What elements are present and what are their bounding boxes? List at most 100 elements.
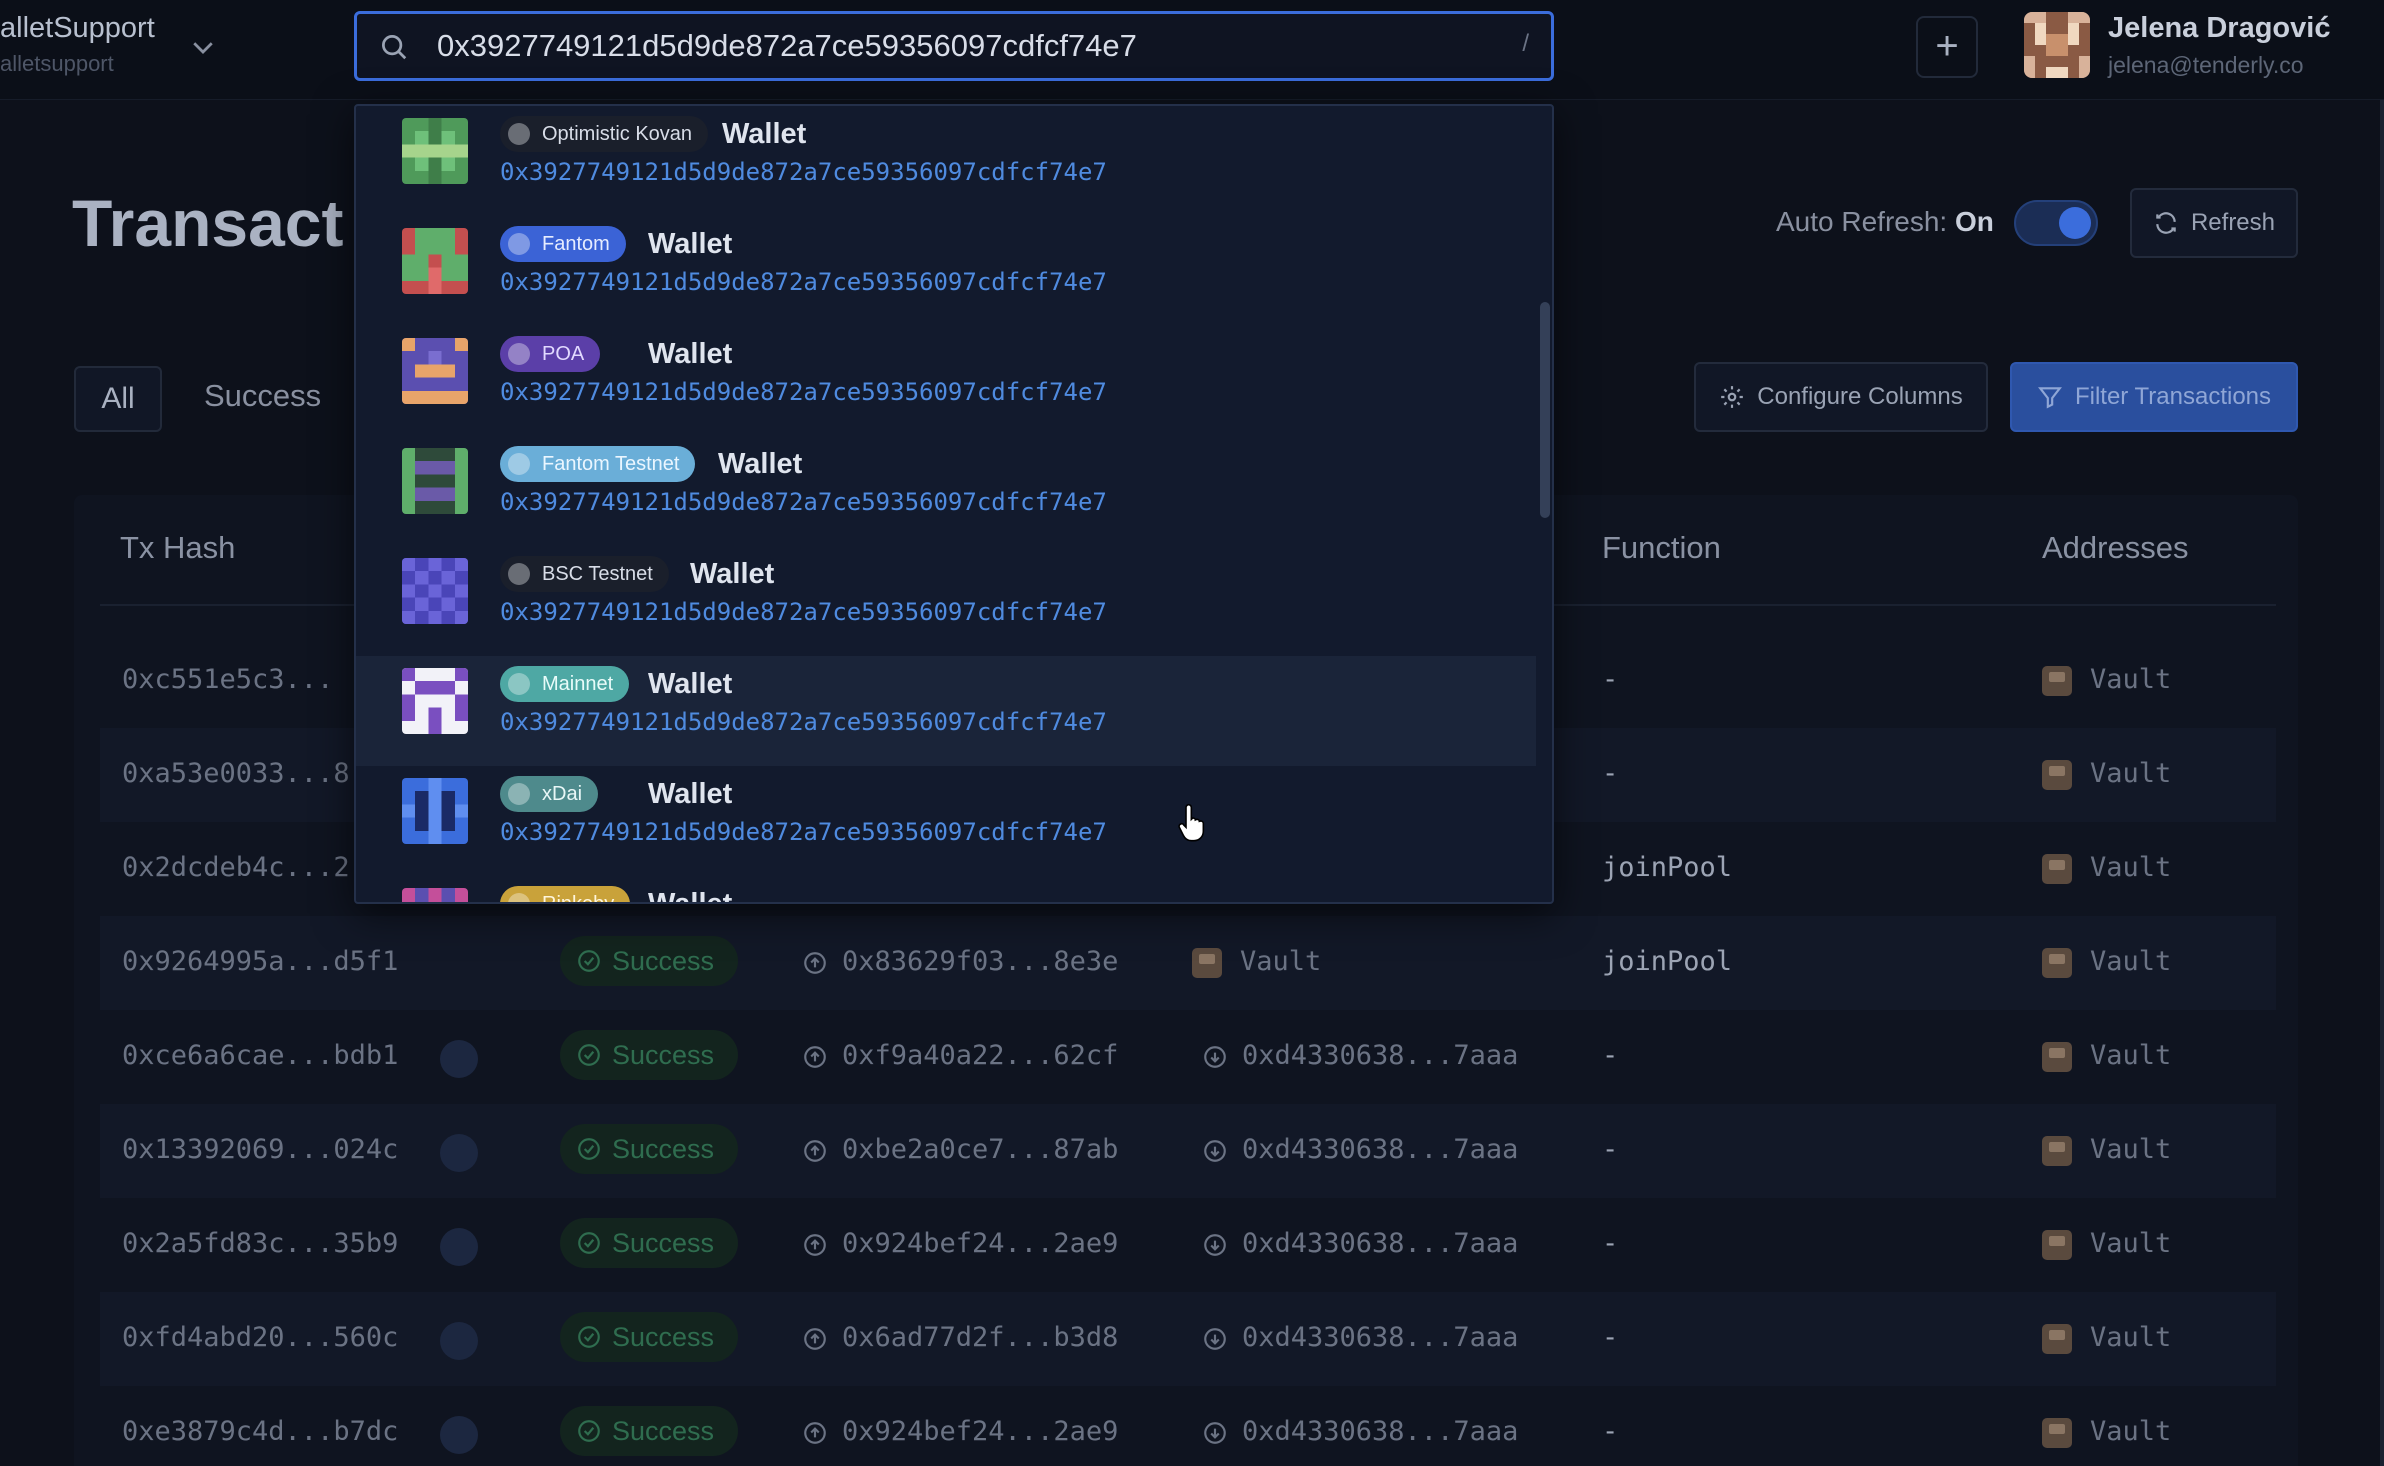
vault-icon xyxy=(2042,1417,2072,1448)
column-header-function[interactable]: Function xyxy=(1602,530,1721,566)
refresh-label: Refresh xyxy=(2190,209,2276,236)
refresh-button[interactable]: Refresh xyxy=(2130,188,2298,258)
to-address[interactable]: 0xd4330638...7aaa xyxy=(1202,1040,1518,1071)
from-address[interactable]: 0x924bef24...2ae9 xyxy=(802,1416,1118,1447)
status-label: Success xyxy=(612,1039,715,1070)
table-row[interactable]: 0x13392069...024c Success 0xbe2a0ce7...8… xyxy=(100,1104,2276,1198)
address-cell[interactable]: Vault xyxy=(2042,852,2171,884)
identicon xyxy=(402,668,468,734)
search-bar[interactable]: / xyxy=(354,11,1554,81)
to-address[interactable]: Vault xyxy=(1192,946,1321,978)
search-result-item[interactable]: Optimistic Kovan Wallet 0x3927749121d5d9… xyxy=(356,106,1536,216)
search-result-item[interactable]: Mainnet Wallet 0x3927749121d5d9de872a7ce… xyxy=(356,656,1536,766)
external-link-icon[interactable] xyxy=(440,1228,478,1266)
configure-columns-label: Configure Columns xyxy=(1757,383,1963,410)
result-label: Wallet xyxy=(722,118,807,150)
search-shortcut-hint: / xyxy=(1522,30,1529,57)
from-address[interactable]: 0xf9a40a22...62cf xyxy=(802,1040,1118,1071)
to-address[interactable]: 0xd4330638...7aaa xyxy=(1202,1228,1518,1259)
address-cell[interactable]: Vault xyxy=(2042,1228,2171,1260)
address-label: Vault xyxy=(2090,852,2172,883)
dropdown-scrollbar[interactable] xyxy=(1540,302,1550,518)
function-name: - xyxy=(1602,664,1619,695)
from-address[interactable]: 0xbe2a0ce7...87ab xyxy=(802,1134,1118,1165)
status-badge: Success xyxy=(560,936,738,986)
tab-success[interactable]: Success xyxy=(204,378,321,414)
address-cell[interactable]: Vault xyxy=(2042,1040,2171,1072)
address-cell[interactable]: Vault xyxy=(2042,664,2171,696)
column-header-tx-hash[interactable]: Tx Hash xyxy=(120,530,235,566)
external-link-icon[interactable] xyxy=(440,1322,478,1360)
table-row[interactable]: 0x9264995a...d5f1 Success 0x83629f03...8… xyxy=(100,916,2276,1010)
external-link-icon[interactable] xyxy=(440,1040,478,1078)
network-pill: Mainnet xyxy=(500,666,630,702)
status-label: Success xyxy=(612,1227,715,1258)
tx-hash[interactable]: 0xfd4abd20...560c xyxy=(122,1322,398,1353)
to-address-label: 0xd4330638...7aaa xyxy=(1242,1040,1519,1071)
tx-hash[interactable]: 0x9264995a...d5f1 xyxy=(122,946,398,977)
search-result-item[interactable]: Fantom Testnet Wallet 0x3927749121d5d9de… xyxy=(356,436,1536,546)
from-address[interactable]: 0x924bef24...2ae9 xyxy=(802,1228,1118,1259)
address-cell[interactable]: Vault xyxy=(2042,1322,2171,1354)
tx-hash[interactable]: 0x2dcdeb4c...2 xyxy=(122,852,350,883)
search-result-item[interactable]: POA Wallet 0x3927749121d5d9de872a7ce5935… xyxy=(356,326,1536,436)
from-address[interactable]: 0x83629f03...8e3e xyxy=(802,946,1118,977)
to-address[interactable]: 0xd4330638...7aaa xyxy=(1202,1416,1518,1447)
tx-hash[interactable]: 0xa53e0033...8 xyxy=(122,758,350,789)
address-cell[interactable]: Vault xyxy=(2042,758,2171,790)
status-badge: Success xyxy=(560,1218,738,1268)
chevron-down-icon[interactable] xyxy=(188,32,218,62)
tab-all[interactable]: All xyxy=(74,366,162,432)
result-label: Wallet xyxy=(648,888,733,904)
add-button[interactable]: + xyxy=(1916,16,1978,78)
table-row[interactable]: 0xe3879c4d...b7dc Success 0x924bef24...2… xyxy=(100,1386,2276,1466)
address-cell[interactable]: Vault xyxy=(2042,1134,2171,1166)
identicon xyxy=(402,338,468,404)
network-pill: Optimistic Kovan xyxy=(500,116,709,152)
result-address: 0x3927749121d5d9de872a7ce59356097cdfcf74… xyxy=(500,818,1107,846)
table-row[interactable]: 0x2a5fd83c...35b9 Success 0x924bef24...2… xyxy=(100,1198,2276,1292)
arrow-up-circle-icon xyxy=(804,1421,826,1444)
vault-icon xyxy=(2042,1323,2072,1354)
tx-hash[interactable]: 0xc551e5c3... xyxy=(122,664,333,695)
filter-transactions-button[interactable]: Filter Transactions xyxy=(2010,362,2298,432)
network-icon xyxy=(508,673,530,695)
tx-hash[interactable]: 0x2a5fd83c...35b9 xyxy=(122,1228,398,1259)
search-result-item[interactable]: Rinkeby Wallet xyxy=(356,876,1536,904)
to-address[interactable]: 0xd4330638...7aaa xyxy=(1202,1134,1518,1165)
check-circle-icon xyxy=(578,1326,600,1348)
table-row[interactable]: 0xce6a6cae...bdb1 Success 0xf9a40a22...6… xyxy=(100,1010,2276,1104)
from-address[interactable]: 0x6ad77d2f...b3d8 xyxy=(802,1322,1118,1353)
to-address[interactable]: 0xd4330638...7aaa xyxy=(1202,1322,1518,1353)
project-switcher[interactable]: alletSupport alletsupport xyxy=(0,12,155,77)
external-link-icon[interactable] xyxy=(440,1134,478,1172)
hand-cursor-icon xyxy=(1178,803,1205,842)
search-result-item[interactable]: xDai Wallet 0x3927749121d5d9de872a7ce593… xyxy=(356,766,1536,876)
function-name: - xyxy=(1602,1228,1619,1259)
search-icon xyxy=(382,35,407,60)
to-address-label: 0xd4330638...7aaa xyxy=(1242,1322,1519,1353)
function-name: joinPool xyxy=(1602,852,1733,883)
search-input[interactable] xyxy=(437,24,1457,68)
address-cell[interactable]: Vault xyxy=(2042,1416,2171,1448)
search-result-item[interactable]: BSC Testnet Wallet 0x3927749121d5d9de872… xyxy=(356,546,1536,656)
check-circle-icon xyxy=(578,1044,600,1066)
arrow-down-circle-icon xyxy=(1204,1421,1226,1444)
address-cell[interactable]: Vault xyxy=(2042,946,2171,978)
from-address-label: 0x924bef24...2ae9 xyxy=(842,1416,1119,1447)
result-address: 0x3927749121d5d9de872a7ce59356097cdfcf74… xyxy=(500,268,1107,296)
search-result-item[interactable]: Fantom Wallet 0x3927749121d5d9de872a7ce5… xyxy=(356,216,1536,326)
auto-refresh-toggle[interactable] xyxy=(2014,200,2098,246)
column-header-addresses[interactable]: Addresses xyxy=(2042,530,2188,566)
external-link-icon[interactable] xyxy=(440,1416,478,1454)
table-row[interactable]: 0xfd4abd20...560c Success 0x6ad77d2f...b… xyxy=(100,1292,2276,1386)
tx-hash[interactable]: 0xce6a6cae...bdb1 xyxy=(122,1040,398,1071)
function-name: - xyxy=(1602,1040,1619,1071)
tx-hash[interactable]: 0xe3879c4d...b7dc xyxy=(122,1416,398,1447)
configure-columns-button[interactable]: Configure Columns xyxy=(1694,362,1988,432)
arrow-down-circle-icon xyxy=(1204,1139,1226,1162)
vault-icon xyxy=(2042,759,2072,790)
tx-hash[interactable]: 0x13392069...024c xyxy=(122,1134,398,1165)
network-pill: Rinkeby xyxy=(500,886,631,902)
avatar[interactable] xyxy=(2024,12,2090,78)
